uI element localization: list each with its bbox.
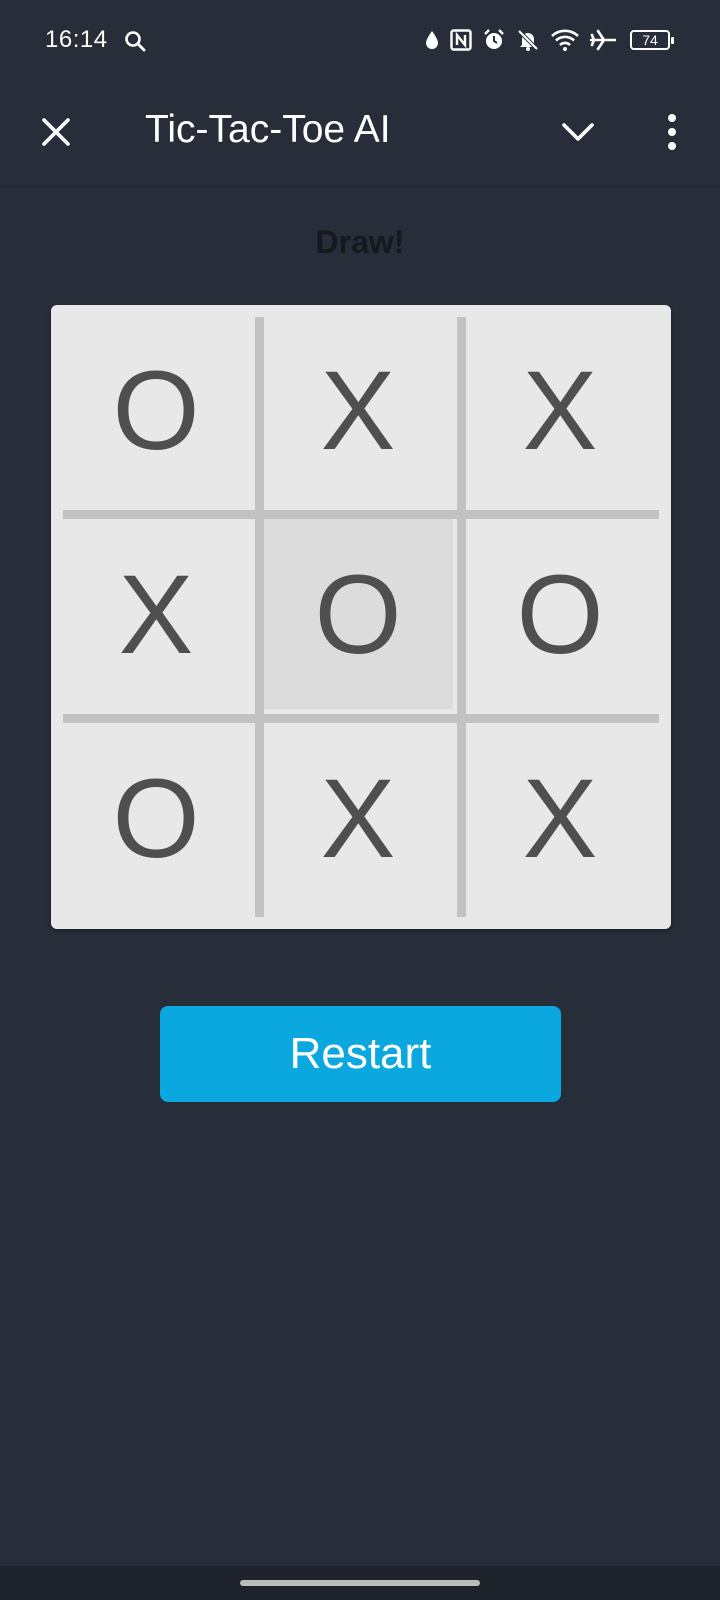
board-cell-3-3[interactable]: X bbox=[465, 723, 655, 913]
board-cell-3-2[interactable]: X bbox=[263, 723, 453, 913]
grid-line-horizontal-1 bbox=[63, 510, 659, 519]
board-cell-3-1[interactable]: O bbox=[61, 723, 251, 913]
status-icons: 74 bbox=[424, 28, 674, 52]
status-bar: 16:14 74 bbox=[0, 0, 720, 84]
status-time: 16:14 bbox=[45, 26, 108, 53]
water-drop-icon bbox=[424, 30, 440, 50]
collapse-button[interactable] bbox=[556, 110, 600, 154]
alarm-icon bbox=[482, 28, 506, 52]
board-cell-1-3[interactable]: X bbox=[465, 315, 655, 505]
close-icon bbox=[42, 118, 70, 146]
app-title: Tic-Tac-Toe AI bbox=[145, 108, 391, 151]
grid-line-horizontal-2 bbox=[63, 714, 659, 723]
bell-off-icon bbox=[516, 28, 540, 52]
home-indicator[interactable] bbox=[240, 1580, 480, 1586]
more-vertical-icon bbox=[668, 114, 676, 150]
navigation-bar bbox=[0, 1566, 720, 1600]
board-cell-2-2[interactable]: O bbox=[263, 519, 453, 709]
nfc-icon bbox=[450, 29, 472, 51]
board-cell-2-3[interactable]: O bbox=[465, 519, 655, 709]
game-board: O X X X O O O X X bbox=[51, 305, 671, 929]
battery-icon: 74 bbox=[630, 30, 674, 50]
restart-button[interactable]: Restart bbox=[160, 1006, 561, 1102]
board-cell-2-1[interactable]: X bbox=[61, 519, 251, 709]
more-options-button[interactable] bbox=[652, 108, 692, 156]
airplane-icon bbox=[590, 28, 616, 52]
search-icon bbox=[124, 30, 146, 52]
game-status: Draw! bbox=[315, 224, 405, 260]
chevron-down-icon bbox=[562, 123, 594, 141]
app-bar: Tic-Tac-Toe AI bbox=[0, 84, 720, 187]
grid-line-vertical-1 bbox=[255, 317, 264, 917]
wifi-icon bbox=[550, 28, 580, 52]
close-button[interactable] bbox=[34, 110, 78, 154]
grid-line-vertical-2 bbox=[457, 317, 466, 917]
board-cell-1-2[interactable]: X bbox=[263, 315, 453, 505]
board-cell-1-1[interactable]: O bbox=[61, 315, 251, 505]
